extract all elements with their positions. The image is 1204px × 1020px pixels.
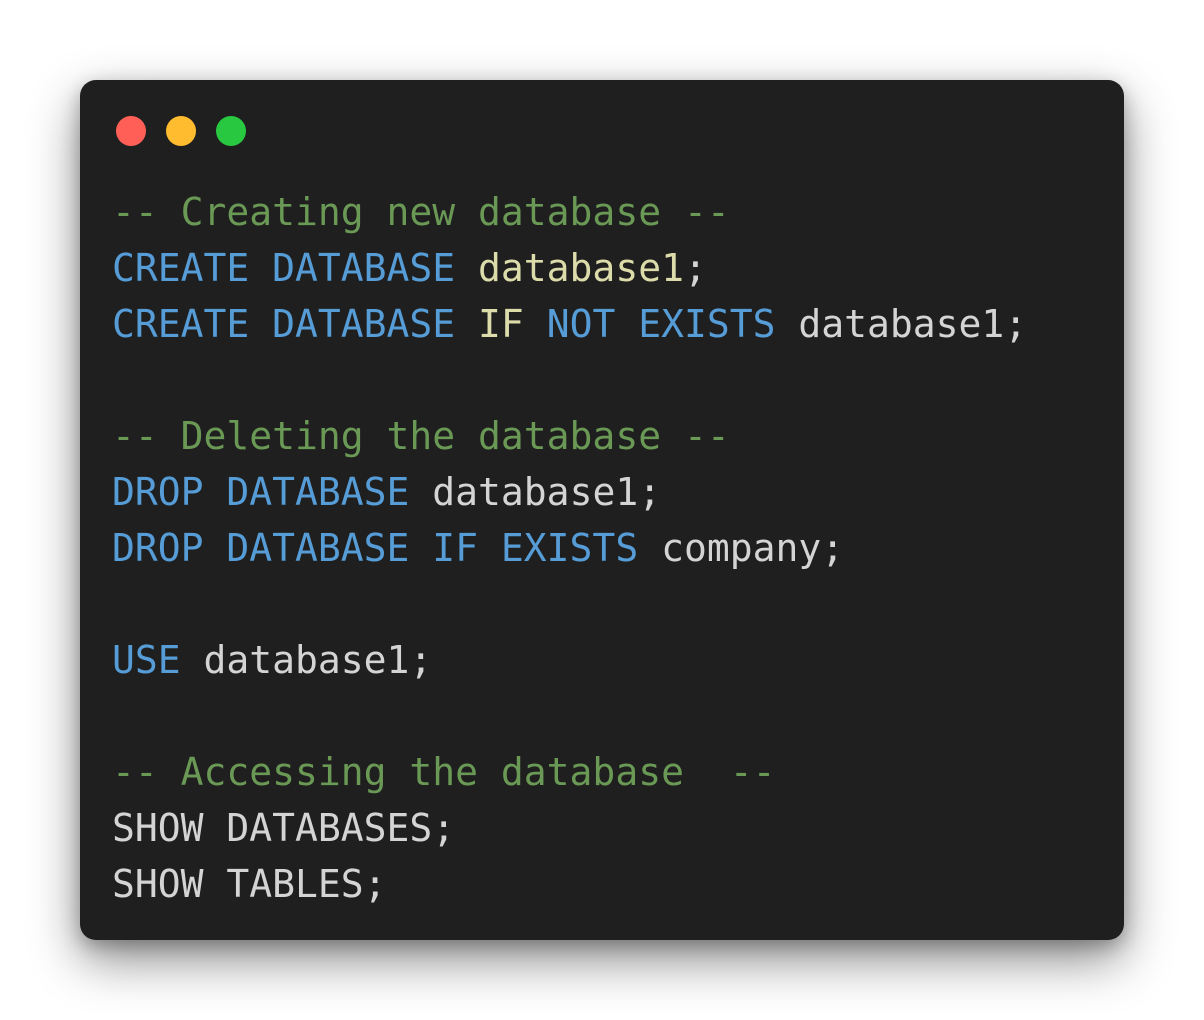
minimize-dot[interactable] xyxy=(166,116,196,146)
zoom-dot[interactable] xyxy=(216,116,246,146)
code-token-comment: -- Accessing the database -- xyxy=(112,750,776,794)
code-line: USE database1; xyxy=(112,632,1027,688)
code-line: SHOW TABLES; xyxy=(112,856,1027,912)
code-token-plain: ; xyxy=(683,246,707,290)
code-token-comment: -- Creating new database -- xyxy=(112,190,730,234)
close-dot[interactable] xyxy=(116,116,146,146)
code-token-keyword: CREATE DATABASE xyxy=(112,302,479,346)
code-token-comment: -- Deleting the database -- xyxy=(112,414,730,458)
code-line: CREATE DATABASE IF NOT EXISTS database1; xyxy=(112,296,1027,352)
code-line: DROP DATABASE database1; xyxy=(112,464,1027,520)
code-token-plain: SHOW TABLES; xyxy=(112,862,387,906)
code-line: -- Accessing the database -- xyxy=(112,744,1027,800)
code-line: CREATE DATABASE database1; xyxy=(112,240,1027,296)
code-token-plain: company; xyxy=(661,526,845,570)
code-block: -- Creating new database -- CREATE DATABA… xyxy=(112,184,1027,912)
code-line: SHOW DATABASES; xyxy=(112,800,1027,856)
code-line: -- Creating new database -- xyxy=(112,184,1027,240)
code-token-plain: database1; xyxy=(203,638,433,682)
code-token-keyword: CREATE DATABASE xyxy=(112,246,479,290)
code-token-keyword: USE xyxy=(112,638,204,682)
window-controls xyxy=(116,116,246,146)
code-token-keyword: DROP DATABASE xyxy=(112,470,433,514)
code-token-identifier: database1 xyxy=(478,246,684,290)
code-token-plain: database1; xyxy=(432,470,662,514)
code-line: DROP DATABASE IF EXISTS company; xyxy=(112,520,1027,576)
code-line: -- Deleting the database -- xyxy=(112,408,1027,464)
code-token-plain: SHOW DATABASES; xyxy=(112,806,456,850)
code-window: -- Creating new database -- CREATE DATABA… xyxy=(80,80,1124,940)
code-token-keyword: DROP DATABASE IF EXISTS xyxy=(112,526,662,570)
code-token-identifier: IF xyxy=(478,302,547,346)
code-token-keyword: NOT EXISTS xyxy=(546,302,799,346)
code-token-plain: database1; xyxy=(798,302,1028,346)
